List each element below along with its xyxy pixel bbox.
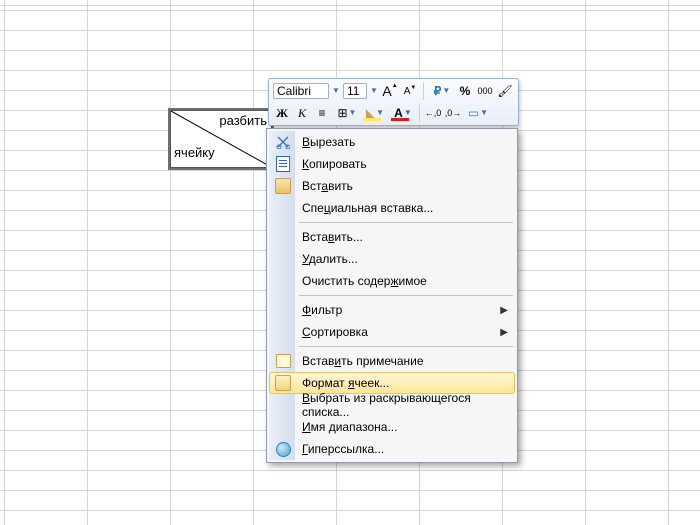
increase-decimal-button[interactable]: ,0→	[444, 104, 462, 122]
fill-color-button[interactable]: ◣ ▼	[361, 104, 387, 122]
menu-separator	[299, 295, 513, 296]
menu-item-label: Вставить...	[302, 230, 363, 244]
comment-icon	[275, 353, 291, 369]
cell-bottom-text: ячейку	[174, 145, 215, 161]
blank-icon	[275, 397, 291, 413]
menu-item-label: Вставить	[302, 179, 353, 193]
menu-item-label: Фильтр	[302, 303, 342, 317]
align-center-icon: ≡	[318, 106, 325, 120]
font-name-combobox[interactable]: Calibri	[273, 83, 329, 99]
font-name-value: Calibri	[277, 84, 311, 98]
copy-icon	[275, 156, 291, 172]
menu-item-label: Вставить примечание	[302, 354, 424, 368]
chevron-down-icon[interactable]: ▼	[331, 87, 341, 95]
menu-item-фильтр[interactable]: Фильтр ▶	[269, 299, 515, 321]
merge-icon: ▭	[468, 106, 479, 120]
cell-top-text: разбить	[219, 113, 267, 129]
menu-separator	[299, 346, 513, 347]
menu-item-label: Имя диапазона...	[302, 420, 397, 434]
blank-icon	[275, 251, 291, 267]
comma-format-button[interactable]: 000	[476, 82, 494, 100]
borders-button[interactable]: ⊞ ▼	[333, 104, 359, 122]
menu-item-label: Вырезать	[302, 135, 355, 149]
menu-item-вставить[interactable]: Вставить	[269, 175, 515, 197]
separator	[419, 104, 420, 122]
menu-item-удалить[interactable]: Удалить...	[269, 248, 515, 270]
separator	[423, 82, 424, 100]
mini-toolbar: Calibri ▼ 11 ▼ A▲ A▼ ₽ ▼ % 000 🖌 Ж	[268, 78, 519, 126]
submenu-arrow-icon: ▶	[500, 305, 508, 316]
italic-button[interactable]: К	[293, 104, 311, 122]
paste-icon	[275, 178, 291, 194]
menu-item-очистить-содержимое[interactable]: Очистить содержимое	[269, 270, 515, 292]
menu-item-выбрать-из-раскрывающегося-списка[interactable]: Выбрать из раскрывающегося списка...	[269, 394, 515, 416]
merge-cells-button[interactable]: ▭ ▼	[464, 104, 490, 122]
blank-icon	[275, 324, 291, 340]
menu-item-гиперссылка[interactable]: Гиперссылка...	[269, 438, 515, 460]
context-menu: Вырезать Копировать Вставить Специальная вс…	[266, 128, 518, 463]
menu-item-label: Очистить содержимое	[302, 274, 427, 288]
menu-item-label: Сортировка	[302, 325, 368, 339]
align-center-button[interactable]: ≡	[313, 104, 331, 122]
menu-item-имя-диапазона[interactable]: Имя диапазона...	[269, 416, 515, 438]
cut-icon	[275, 134, 291, 150]
blank-icon	[275, 273, 291, 289]
blank-icon	[275, 419, 291, 435]
decrease-decimal-button[interactable]: ←,0	[424, 104, 442, 122]
menu-item-копировать[interactable]: Копировать	[269, 153, 515, 175]
menu-item-сортировка[interactable]: Сортировка ▶	[269, 321, 515, 343]
chevron-down-icon[interactable]: ▼	[369, 87, 379, 95]
grow-font-button[interactable]: A▲	[381, 82, 399, 100]
accounting-format-button[interactable]: ₽ ▼	[428, 82, 454, 100]
link-icon	[275, 441, 291, 457]
menu-item-label: Формат ячеек...	[302, 376, 389, 390]
blank-icon	[275, 229, 291, 245]
format-icon	[275, 375, 291, 391]
percent-format-button[interactable]: %	[456, 82, 474, 100]
menu-item-вставить[interactable]: Вставить...	[269, 226, 515, 248]
borders-icon: ⊞	[337, 106, 347, 120]
menu-item-специальная-вставка[interactable]: Специальная вставка...	[269, 197, 515, 219]
blank-icon	[275, 200, 291, 216]
accounting-icon: ₽	[434, 84, 442, 98]
shrink-font-button[interactable]: A▼	[401, 82, 419, 100]
blank-icon	[275, 302, 291, 318]
submenu-arrow-icon: ▶	[500, 327, 508, 338]
menu-item-вставить-примечание[interactable]: Вставить примечание	[269, 350, 515, 372]
menu-item-label: Выбрать из раскрывающегося списка...	[302, 391, 500, 419]
menu-item-вырезать[interactable]: Вырезать	[269, 131, 515, 153]
menu-item-label: Копировать	[302, 157, 367, 171]
menu-item-label: Гиперссылка...	[302, 442, 384, 456]
font-size-value: 11	[347, 84, 359, 98]
bold-button[interactable]: Ж	[273, 104, 291, 122]
paintbrush-icon: 🖌	[497, 84, 512, 98]
menu-item-label: Специальная вставка...	[302, 201, 433, 215]
menu-item-label: Удалить...	[302, 252, 358, 266]
font-size-combobox[interactable]: 11	[343, 83, 367, 99]
selected-cell-diagonal-split[interactable]: разбить ячейку	[170, 110, 272, 168]
font-color-button[interactable]: A ▼	[389, 104, 415, 122]
menu-separator	[299, 222, 513, 223]
format-painter-button[interactable]: 🖌	[496, 82, 514, 100]
bucket-icon: ◣	[366, 106, 375, 120]
